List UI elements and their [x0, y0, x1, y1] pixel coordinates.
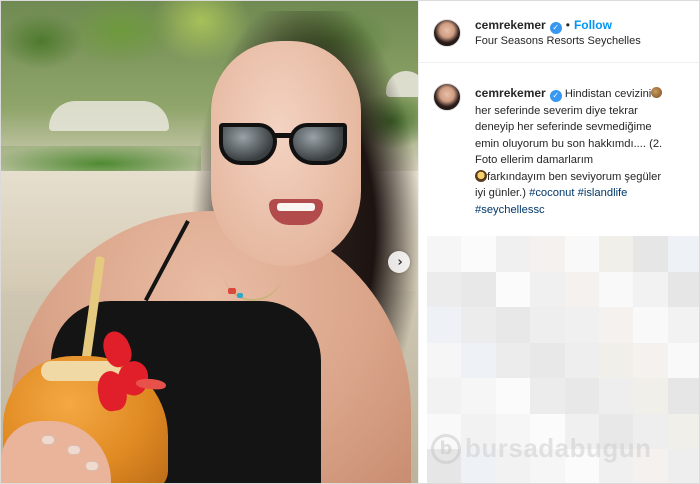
post-header: cemrekemer ✓ • Follow Four Seasons Resorts …	[419, 1, 699, 63]
pixel-block	[633, 378, 668, 414]
watermark-logo: b	[431, 433, 461, 464]
pixel-block	[564, 342, 599, 379]
pixel-block	[495, 271, 531, 308]
hashtag-seychellessc[interactable]: #seychellessc	[475, 204, 545, 216]
caption-text: cemrekemer ✓ Hindistan cevizini her sefer…	[475, 85, 697, 218]
pixel-block	[495, 342, 531, 379]
verified-badge-icon: ✓	[549, 22, 562, 34]
caption-line-6: farkındayım ben seviyorum şegüler	[487, 170, 662, 183]
next-arrow-icon[interactable]: ›	[388, 251, 410, 273]
pixel-block	[427, 378, 462, 414]
pixel-block	[461, 342, 496, 379]
caption-line-4: emin oluyorum bu son hakkımdı.... (2.	[475, 137, 663, 150]
caption-line-1: Hindistan cevizini	[564, 88, 652, 100]
header-user-line: cemrekemer ✓ • Follow	[475, 18, 612, 34]
separator-dot: •	[565, 18, 570, 32]
username-link[interactable]: cemrekemer	[475, 18, 546, 32]
location-link[interactable]: Four Seasons Resorts Seychelles	[475, 35, 641, 47]
hashtag-islandlife[interactable]: #islandlife	[578, 187, 628, 199]
pixel-block	[461, 236, 496, 272]
pixel-block	[598, 378, 634, 414]
caption-line-5: Foto ellerim damarlarım	[475, 154, 594, 166]
verified-badge-icon: ✓	[549, 90, 562, 102]
pixel-block	[667, 236, 699, 272]
pixel-block	[495, 236, 531, 272]
pixel-block	[667, 307, 699, 343]
watermark-text: bursadabugun	[465, 433, 652, 463]
pixel-block	[427, 342, 462, 379]
necklace-bead-red	[228, 288, 236, 294]
pixel-block	[598, 271, 634, 308]
beach-umbrella	[49, 101, 169, 131]
pixel-block	[564, 236, 599, 272]
pixel-block	[633, 236, 668, 272]
pixel-block	[427, 236, 462, 272]
caption-line-7: iyi günler.)	[475, 187, 530, 199]
coconut-emoji-icon	[651, 87, 663, 98]
teeth	[277, 203, 315, 211]
pixel-block	[667, 342, 699, 379]
pixel-block	[667, 449, 699, 483]
pixel-block	[495, 378, 531, 414]
pixel-block	[633, 342, 668, 379]
pixel-block	[530, 342, 565, 379]
post-photo[interactable]: ›	[1, 1, 418, 483]
pixel-block	[461, 307, 496, 343]
pixel-block	[667, 413, 699, 450]
pixel-block	[667, 378, 699, 414]
pixel-block	[530, 307, 565, 343]
pixel-block	[564, 307, 599, 343]
follow-button[interactable]: Follow	[574, 18, 612, 32]
pixel-block	[427, 307, 462, 343]
pixel-block	[530, 271, 565, 308]
pixel-block	[564, 271, 599, 308]
caption-avatar[interactable]	[433, 83, 461, 111]
pixel-block	[530, 378, 565, 414]
watermark: b bursadabugun	[431, 433, 652, 464]
avatar[interactable]	[433, 19, 461, 47]
pixel-block	[564, 378, 599, 414]
pixel-block	[427, 271, 462, 308]
pixel-block	[461, 271, 496, 308]
caption-line-3: deneyip her seferinde sevmediğime	[475, 121, 652, 133]
hashtag-coconut[interactable]: #coconut	[529, 187, 574, 199]
pixel-block	[461, 378, 496, 414]
pixel-block	[495, 307, 531, 343]
pixel-block	[598, 236, 634, 272]
pixel-block	[633, 271, 668, 308]
pixel-block	[598, 307, 634, 343]
person-emoji-icon	[475, 169, 487, 182]
caption-username-link[interactable]: cemrekemer	[475, 86, 546, 100]
sunglasses	[219, 119, 349, 171]
necklace-bead-blue	[237, 293, 243, 298]
pixel-block	[633, 307, 668, 343]
post-side-panel: cemrekemer ✓ • Follow Four Seasons Resorts …	[418, 1, 699, 483]
pixel-block	[667, 271, 699, 308]
caption-line-2: her seferinde severim diye tekrar	[475, 104, 638, 117]
pixel-block	[598, 342, 634, 379]
hibiscus-flower	[94, 327, 167, 421]
pixel-block	[530, 236, 565, 272]
instagram-post: › cemrekemer ✓ • Follow Four Seasons Resort…	[0, 0, 700, 484]
